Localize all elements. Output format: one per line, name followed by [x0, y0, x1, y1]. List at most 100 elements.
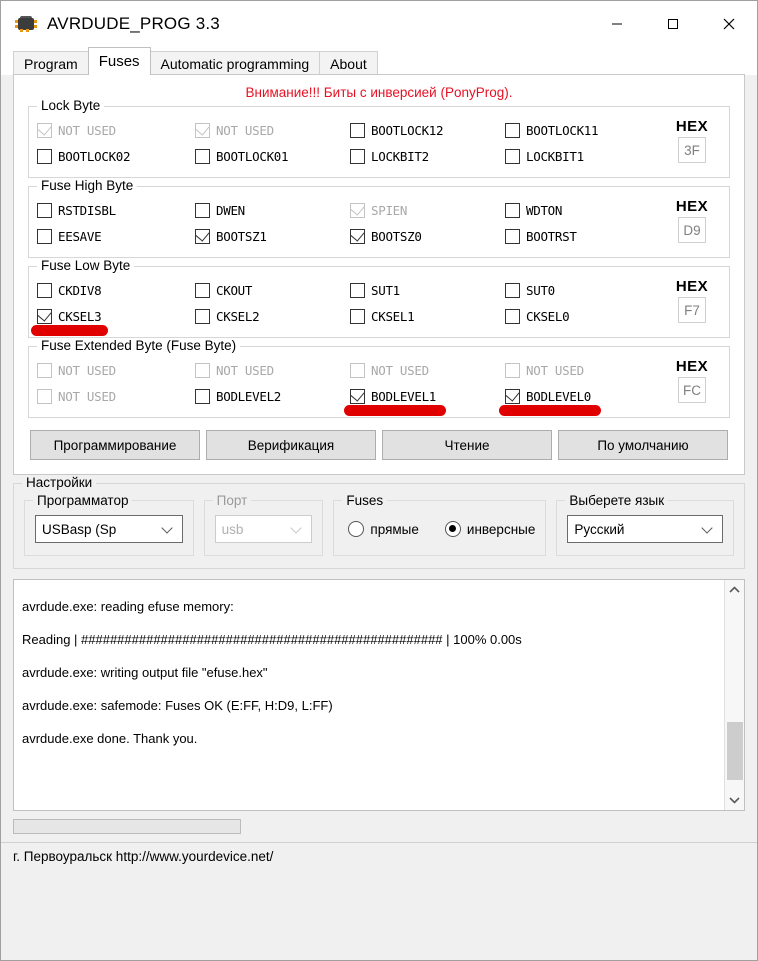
programmer-select[interactable]: USBasp (Sp [35, 515, 183, 543]
port-select[interactable]: usb [214, 515, 313, 543]
tab-program[interactable]: Program [13, 51, 89, 75]
checkbox-label: CKSEL1 [371, 308, 415, 324]
checkbox-box [37, 282, 52, 298]
fuse-group-fuse-extended-byte-fuse-byte: Fuse Extended Byte (Fuse Byte) NOT USED NO… [28, 338, 730, 418]
checkbox-label: CKSEL3 [58, 308, 102, 324]
checkbox-bootlock01[interactable]: BOOTLOCK01 [195, 148, 350, 164]
close-button[interactable] [701, 1, 757, 47]
checkbox-label: NOT USED [58, 362, 116, 378]
checkbox-label: LOCKBIT2 [371, 148, 429, 164]
log-output-text[interactable]: avrdude.exe: reading efuse memory: Readin… [14, 580, 724, 810]
checkbox-cksel0[interactable]: CKSEL0 [505, 308, 655, 324]
checkbox-eesave[interactable]: EESAVE [37, 228, 195, 244]
red-highlight-underline [344, 404, 446, 416]
checkbox-cksel2[interactable]: CKSEL2 [195, 308, 350, 324]
fuse-group-label: Lock Byte [37, 98, 105, 113]
radio-fuses-inverted[interactable]: инверсные [444, 521, 535, 537]
checkbox-rstdisbl[interactable]: RSTDISBL [37, 202, 195, 218]
checkbox-box [195, 120, 210, 138]
checkbox-dwen[interactable]: DWEN [195, 202, 350, 218]
log-scrollbar[interactable] [724, 580, 744, 810]
check-icon [350, 200, 365, 216]
checkbox-bootsz1[interactable]: BOOTSZ1 [195, 226, 350, 244]
checkbox-lockbit2[interactable]: LOCKBIT2 [350, 148, 505, 164]
checkbox-sut1[interactable]: SUT1 [350, 282, 505, 298]
scroll-up-button[interactable] [725, 580, 745, 600]
button-label: Чтение [444, 437, 490, 453]
checkbox-box [195, 362, 210, 378]
checkbox-cksel3[interactable]: CKSEL3 [31, 306, 195, 336]
checkbox-bodlevel2[interactable]: BODLEVEL2 [195, 388, 350, 404]
checkbox-label: SUT0 [526, 282, 555, 298]
checkbox-label: SPIEN [371, 202, 408, 218]
button-default[interactable]: По умолчанию [558, 430, 728, 460]
checkbox-box [505, 308, 520, 324]
checkbox-ckout[interactable]: CKOUT [195, 282, 350, 298]
checkbox-bodlevel1[interactable]: BODLEVEL1 [344, 386, 505, 416]
app-window: AVRDUDE_PROG 3.3 Program Fuses Automatic p… [0, 0, 758, 961]
radio-label: прямые [370, 521, 419, 537]
close-icon [723, 18, 735, 30]
checkbox-bootlock11[interactable]: BOOTLOCK11 [505, 122, 655, 138]
check-icon [195, 120, 210, 136]
button-read[interactable]: Чтение [382, 430, 552, 460]
checkbox-box [37, 228, 52, 244]
radio-dot [444, 521, 461, 537]
language-value: Русский [574, 521, 625, 537]
checkbox-bootrst[interactable]: BOOTRST [505, 228, 655, 244]
scrollbar-thumb[interactable] [727, 722, 743, 780]
button-program[interactable]: Программирование [30, 430, 200, 460]
tab-automatic-programming[interactable]: Automatic programming [149, 51, 321, 75]
chevron-down-icon [729, 797, 740, 804]
checkbox-box [350, 200, 365, 218]
checkbox-bootsz0[interactable]: BOOTSZ0 [350, 226, 505, 244]
fuse-group-label: Fuse Low Byte [37, 258, 135, 273]
checkbox-label: BODLEVEL2 [216, 388, 282, 404]
checkbox-wdton[interactable]: WDTON [505, 202, 655, 218]
checkbox-bootlock02[interactable]: BOOTLOCK02 [37, 148, 195, 164]
check-icon [37, 306, 52, 322]
language-group: Выберете язык Русский [556, 493, 734, 556]
tab-fuses[interactable]: Fuses [87, 47, 151, 75]
checkbox-box [350, 226, 365, 244]
checkbox-lockbit1[interactable]: LOCKBIT1 [505, 148, 655, 164]
button-label: По умолчанию [597, 437, 689, 453]
checkbox-box [505, 386, 520, 404]
fuse-group-label: Fuse Extended Byte (Fuse Byte) [37, 338, 241, 353]
radio-fuses-direct[interactable]: прямые [348, 521, 419, 537]
tab-about[interactable]: About [319, 51, 378, 75]
minimize-button[interactable] [589, 1, 645, 47]
checkbox-ckdiv8[interactable]: CKDIV8 [37, 282, 195, 298]
scroll-down-button[interactable] [725, 790, 745, 810]
checkbox-label: SUT1 [371, 282, 400, 298]
tab-label: Automatic programming [160, 55, 310, 72]
hex-value-field[interactable]: 3F [678, 137, 706, 163]
checkbox-not-used: NOT USED [505, 362, 655, 378]
hex-value-field[interactable]: F7 [678, 297, 706, 323]
checkbox-box [350, 308, 365, 324]
checkbox-label: EESAVE [58, 228, 102, 244]
checkbox-box [37, 306, 52, 324]
checkbox-not-used: NOT USED [195, 362, 350, 378]
checkbox-label: CKSEL0 [526, 308, 570, 324]
checkbox-sut0[interactable]: SUT0 [505, 282, 655, 298]
checkbox-bootlock12[interactable]: BOOTLOCK12 [350, 122, 505, 138]
maximize-button[interactable] [645, 1, 701, 47]
checkbox-box [350, 148, 365, 164]
scrollbar-track[interactable] [725, 600, 744, 790]
hex-value-field[interactable]: FC [678, 377, 706, 403]
fuse-group-fuse-high-byte: Fuse High Byte RSTDISBL DWEN SPIEN WDTON EESA… [28, 178, 730, 258]
language-select[interactable]: Русский [567, 515, 723, 543]
settings-group: Настройки Программатор USBasp (Sp Порт u… [13, 475, 745, 569]
red-highlight-underline [499, 404, 601, 416]
checkbox-label: BOOTLOCK12 [371, 122, 444, 138]
checkbox-bodlevel0[interactable]: BODLEVEL0 [499, 386, 655, 416]
button-verify[interactable]: Верификация [206, 430, 376, 460]
checkbox-box [505, 228, 520, 244]
checkbox-box [505, 202, 520, 218]
hex-value-field[interactable]: D9 [678, 217, 706, 243]
checkbox-cksel1[interactable]: CKSEL1 [350, 308, 505, 324]
checkbox-box [350, 362, 365, 378]
tab-label: Program [24, 55, 78, 72]
checkbox-label: WDTON [526, 202, 563, 218]
